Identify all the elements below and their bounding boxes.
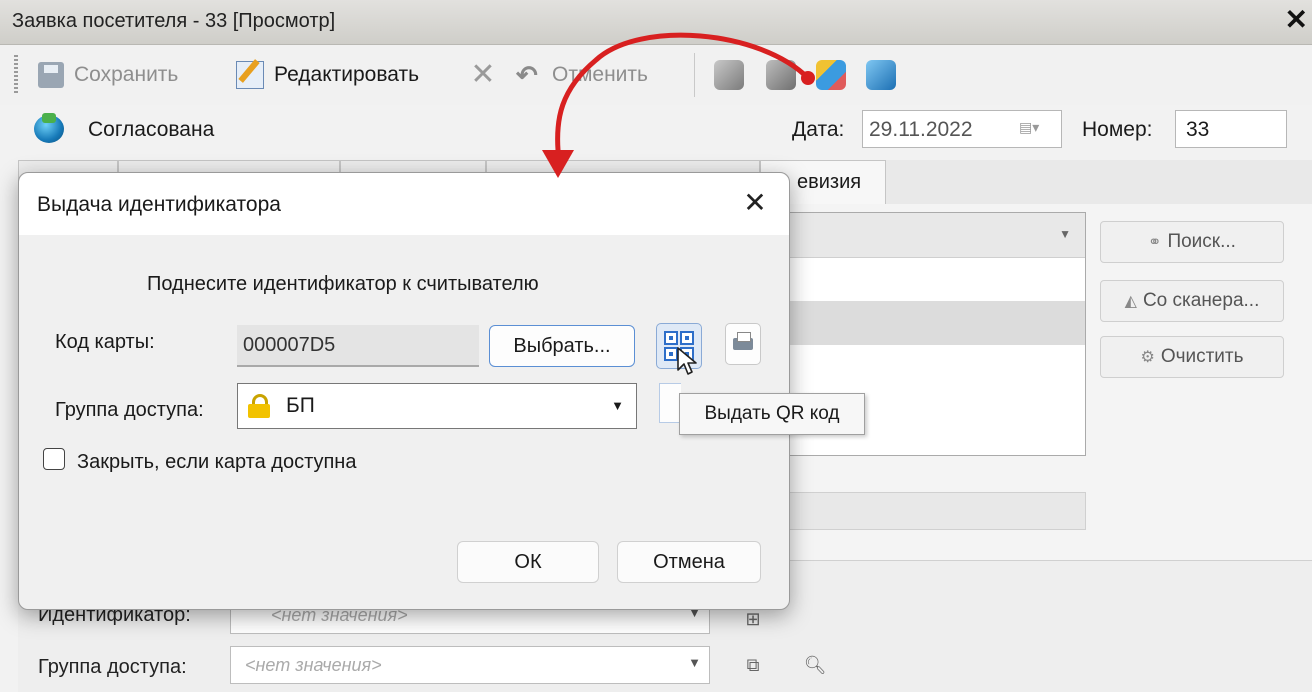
annotation-arrow	[542, 32, 815, 178]
